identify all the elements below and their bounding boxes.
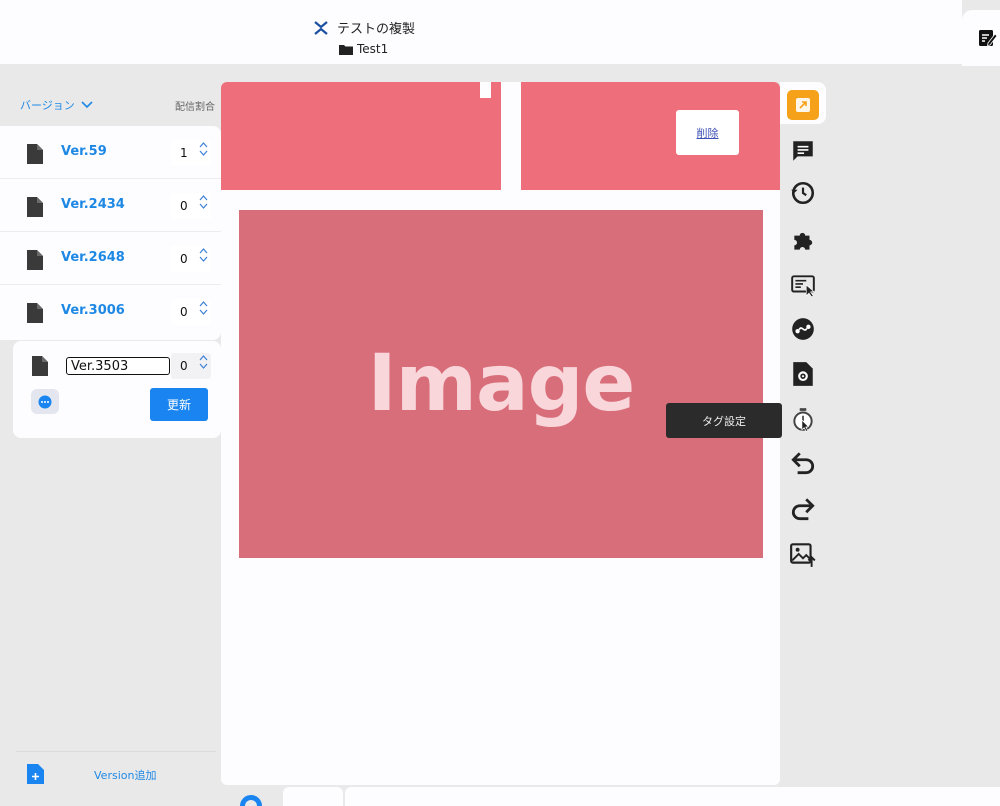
app-logo-icon [314,20,328,35]
banner-block-left[interactable] [221,82,501,190]
top-bar: テストの複製 Test1 [0,0,962,64]
file-icon [32,356,48,376]
version-name-input[interactable] [66,357,170,375]
right-toolbar [780,82,826,702]
ratio-value: 0 [180,199,188,213]
version-name[interactable]: Ver.2434 [61,197,125,212]
chevron-down-icon [81,101,93,109]
open-icon [796,98,810,112]
version-name[interactable]: Ver.2648 [61,250,125,265]
link-button[interactable] [788,314,818,344]
undo-icon [791,452,815,475]
page-title-row: テストの複製 [313,18,415,37]
chevron-down-icon[interactable] [199,309,208,316]
more-horizontal-icon [38,395,52,408]
delete-button[interactable]: 削除 [676,110,739,155]
version-list-header: バージョン 配信割合 [20,97,215,113]
status-indicator-icon[interactable] [240,795,262,806]
version-edit-card: 0 更新 [13,341,221,438]
bottom-tab[interactable] [283,787,343,806]
edit-note-icon [979,30,998,47]
image-placeholder-label: Image [367,339,636,429]
more-options-button[interactable] [31,389,59,414]
puzzle-icon [794,232,813,250]
bottom-tab-bar [221,785,1000,806]
chevron-down-icon[interactable] [199,150,208,157]
ratio-value: 0 [180,252,188,266]
ratio-stepper[interactable]: 0 [171,246,211,272]
file-settings-icon [793,362,813,386]
ratio-stepper[interactable]: 0 [171,193,211,219]
versions-label: バージョン [20,99,75,112]
add-file-icon [27,764,44,784]
comment-button[interactable] [788,136,818,166]
file-icon [27,144,43,164]
file-icon [27,303,43,323]
redo-icon [791,498,815,521]
folder-name: Test1 [357,42,389,56]
open-button[interactable] [787,90,819,120]
undo-button[interactable] [788,448,818,478]
redo-button[interactable] [788,494,818,524]
version-row[interactable]: Ver.2434 0 [0,179,221,232]
ratio-label: 配信割合 [175,101,215,113]
version-name[interactable]: Ver.3006 [61,303,125,318]
bottom-tab[interactable] [345,787,1000,806]
history-button[interactable] [788,178,818,208]
banner-block-right[interactable] [521,82,780,190]
ratio-value: 1 [180,146,188,160]
ratio-value: 0 [180,305,188,319]
update-button[interactable]: 更新 [150,388,208,421]
chevron-up-icon[interactable] [199,194,208,201]
file-icon [27,250,43,270]
plugin-button[interactable] [788,226,818,256]
image-upload-icon [790,543,816,567]
ratio-stepper[interactable]: 0 [171,299,211,325]
file-icon [27,197,43,217]
side-panel-toggle[interactable] [962,10,1000,66]
image-upload-button[interactable] [788,539,818,569]
tooltip: タグ設定 [666,403,782,438]
page-title: テストの複製 [337,22,416,37]
folder-icon [339,44,353,55]
banner-notch [480,82,491,98]
link-icon [792,318,814,340]
ratio-stepper[interactable]: 0 [171,353,211,379]
history-icon [791,181,815,205]
version-name[interactable]: Ver.59 [61,144,107,159]
tag-settings-button[interactable] [788,404,818,434]
add-version-button[interactable]: Version追加 [27,764,156,784]
chevron-down-icon[interactable] [199,203,208,210]
select-element-button[interactable] [788,270,818,300]
chevron-down-icon[interactable] [199,256,208,263]
comment-icon [793,141,813,161]
version-row[interactable]: Ver.3006 0 [0,285,221,338]
version-row[interactable]: Ver.2648 0 [0,232,221,285]
ratio-stepper[interactable]: 1 [171,140,211,166]
chevron-up-icon[interactable] [199,300,208,307]
image-placeholder[interactable]: Image [239,210,763,558]
add-version-label: Version追加 [94,769,157,782]
select-icon [791,275,815,298]
version-row[interactable]: Ver.59 1 [0,126,221,179]
ratio-value: 0 [180,359,188,373]
tag-timer-icon [793,408,813,432]
version-list: Ver.59 1 Ver.2434 0 Ver.2648 0 Ver.3006 … [0,126,221,340]
file-settings-button[interactable] [788,359,818,389]
chevron-up-icon[interactable] [199,247,208,254]
breadcrumb[interactable]: Test1 [339,42,388,56]
chevron-down-icon[interactable] [199,363,208,370]
versions-dropdown[interactable]: バージョン [20,97,93,113]
divider [16,751,216,752]
chevron-up-icon[interactable] [199,354,208,361]
chevron-up-icon[interactable] [199,141,208,148]
